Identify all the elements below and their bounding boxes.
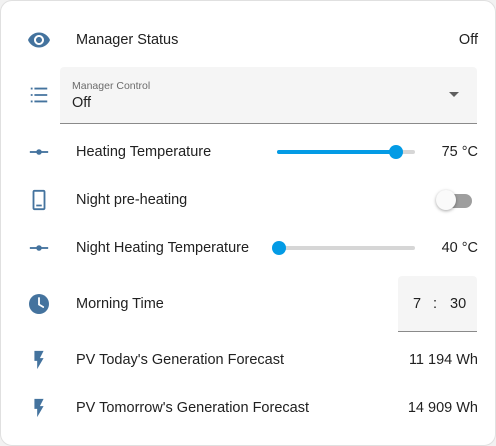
clock-icon — [25, 290, 53, 318]
morning-time-label[interactable]: Morning Time — [76, 296, 164, 312]
slider-thumb[interactable] — [388, 145, 403, 159]
pv-today-label[interactable]: PV Today's Generation Forecast — [76, 352, 284, 368]
list-icon — [25, 81, 53, 109]
night-preheating-label[interactable]: Night pre-heating — [76, 192, 187, 208]
time-separator: : — [433, 296, 438, 312]
pv-tomorrow-value: 14 909 Wh — [407, 400, 478, 416]
entities-card: Manager Status Off Manager Control Off H… — [0, 0, 496, 446]
eye-icon — [25, 26, 53, 54]
slider-icon — [25, 234, 53, 262]
heating-temperature-value: 75 °C — [441, 144, 478, 160]
toggle-knob[interactable] — [436, 190, 456, 210]
manager-control-caption: Manager Control — [72, 80, 151, 92]
slider-thumb[interactable] — [272, 241, 286, 255]
manager-control-select[interactable]: Manager Control Off — [60, 67, 477, 124]
heating-temperature-label[interactable]: Heating Temperature — [76, 144, 211, 160]
night-heating-temperature-value: 40 °C — [441, 240, 478, 256]
pv-today-value: 11 194 Wh — [408, 352, 478, 368]
pv-tomorrow-label[interactable]: PV Tomorrow's Generation Forecast — [76, 400, 309, 416]
heating-temperature-slider[interactable] — [277, 145, 415, 159]
time-minute[interactable]: 30 — [450, 296, 466, 312]
flash-icon — [25, 346, 53, 374]
time-input[interactable]: 7 : 30 — [398, 276, 477, 332]
phone-icon — [25, 186, 53, 214]
slider-fill — [277, 150, 396, 154]
slider-icon — [25, 138, 53, 166]
manager-control-value: Off — [72, 95, 92, 111]
chevron-down-icon[interactable] — [449, 92, 459, 97]
time-hour[interactable]: 7 — [413, 296, 421, 312]
night-heating-temperature-label[interactable]: Night Heating Temperature — [76, 240, 249, 256]
night-heating-temperature-slider[interactable] — [272, 241, 415, 255]
flash-icon — [25, 394, 53, 422]
manager-status-label[interactable]: Manager Status — [76, 32, 178, 48]
manager-status-value: Off — [458, 32, 478, 48]
